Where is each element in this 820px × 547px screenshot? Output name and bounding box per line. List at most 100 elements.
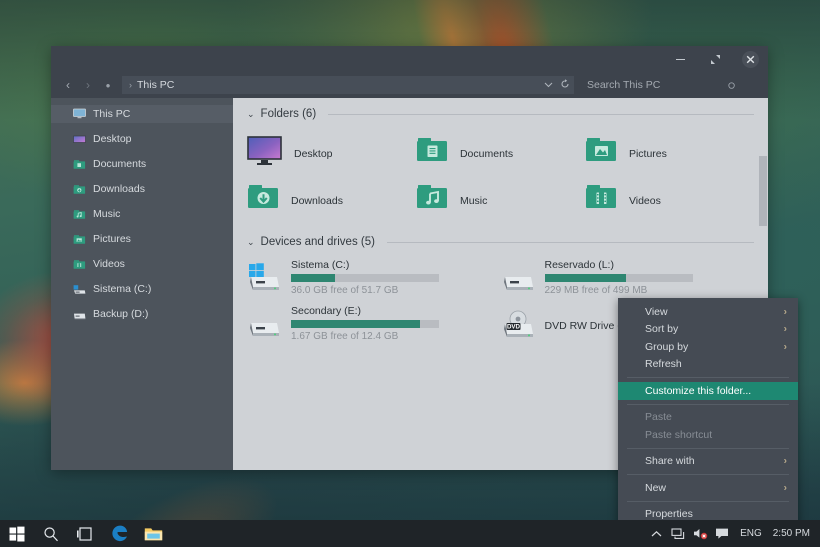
menu-item-share-with[interactable]: Share with › bbox=[618, 453, 798, 471]
music-folder-icon bbox=[416, 184, 449, 217]
sidebar-item-label: Pictures bbox=[93, 233, 131, 245]
breadcrumb-path-text: This PC bbox=[137, 79, 174, 91]
folder-tile-videos[interactable]: Videos bbox=[585, 177, 754, 224]
refresh-icon[interactable] bbox=[560, 79, 570, 91]
system-tray: ENG 2:50 PM bbox=[645, 520, 820, 547]
folders-group-header[interactable]: ⌄ Folders (6) bbox=[247, 98, 754, 120]
capacity-bar-fill bbox=[545, 274, 626, 282]
search-placeholder-text: Search This PC bbox=[587, 79, 660, 91]
hard-drive-icon bbox=[501, 263, 535, 297]
edge-browser-button[interactable] bbox=[102, 520, 136, 547]
sidebar-item-this-pc[interactable]: This PC bbox=[51, 105, 233, 123]
context-menu: View › Sort by › Group by › Refresh Cust… bbox=[618, 298, 798, 527]
action-center-icon[interactable] bbox=[711, 520, 733, 547]
menu-item-view[interactable]: View › bbox=[618, 303, 798, 321]
menu-separator bbox=[627, 404, 789, 405]
address-bar: ‹ › • › This PC Search This PC bbox=[51, 72, 768, 98]
forward-arrow-icon[interactable]: › bbox=[78, 75, 98, 95]
chevron-down-icon[interactable] bbox=[544, 80, 553, 90]
folder-tile-documents[interactable]: Documents bbox=[416, 130, 585, 177]
capacity-bar bbox=[545, 274, 693, 282]
capacity-bar-fill bbox=[291, 274, 335, 282]
file-explorer-button[interactable] bbox=[136, 520, 170, 547]
volume-muted-icon[interactable] bbox=[689, 520, 711, 547]
devices-group-header[interactable]: ⌄ Devices and drives (5) bbox=[247, 224, 754, 248]
drive-item-reservado-l[interactable]: Reservado (L:) 229 MB free of 499 MB bbox=[501, 257, 755, 303]
videos-folder-icon bbox=[73, 258, 86, 271]
folder-tile-music[interactable]: Music bbox=[416, 177, 585, 224]
downloads-folder-icon bbox=[73, 183, 86, 196]
sidebar-item-videos[interactable]: Videos bbox=[51, 255, 233, 273]
minimize-button[interactable] bbox=[663, 46, 698, 72]
drive-free-space-text: 1.67 GB free of 12.4 GB bbox=[291, 331, 439, 342]
folder-tile-downloads[interactable]: Downloads bbox=[247, 177, 416, 224]
documents-folder-icon bbox=[73, 158, 86, 171]
sidebar-item-desktop[interactable]: Desktop bbox=[51, 130, 233, 148]
desktop-folder-icon bbox=[73, 133, 86, 146]
start-button[interactable] bbox=[0, 520, 34, 547]
folder-tile-pictures[interactable]: Pictures bbox=[585, 130, 754, 177]
breadcrumb[interactable]: › This PC bbox=[122, 76, 574, 94]
sidebar-item-downloads[interactable]: Downloads bbox=[51, 180, 233, 198]
chevron-down-icon[interactable]: ⌄ bbox=[247, 238, 255, 247]
clock[interactable]: 2:50 PM bbox=[769, 520, 820, 547]
window-title-bar[interactable] bbox=[51, 46, 768, 72]
sidebar-item-label: Documents bbox=[93, 158, 146, 170]
back-arrow-icon[interactable]: ‹ bbox=[58, 75, 78, 95]
folder-tile-desktop[interactable]: Desktop bbox=[247, 130, 416, 177]
capacity-bar bbox=[291, 320, 439, 328]
sidebar-item-label: Sistema (C:) bbox=[93, 283, 151, 295]
chevron-right-icon: › bbox=[784, 456, 787, 467]
menu-separator bbox=[627, 501, 789, 502]
folder-tile-label: Videos bbox=[629, 195, 661, 207]
search-button[interactable] bbox=[34, 520, 68, 547]
search-icon bbox=[728, 81, 736, 89]
search-input[interactable]: Search This PC bbox=[580, 76, 745, 94]
group-divider bbox=[328, 114, 754, 115]
scrollbar-thumb[interactable] bbox=[759, 156, 767, 226]
navigation-pane: This PC Desktop bbox=[51, 98, 233, 470]
network-icon[interactable] bbox=[667, 520, 689, 547]
documents-folder-icon bbox=[416, 137, 449, 170]
menu-item-new[interactable]: New › bbox=[618, 479, 798, 497]
menu-separator bbox=[627, 448, 789, 449]
menu-item-label: Properties bbox=[645, 508, 693, 520]
menu-item-sort-by[interactable]: Sort by › bbox=[618, 321, 798, 339]
breadcrumb-root-chevron: › bbox=[129, 80, 132, 90]
drive-item-secondary-e[interactable]: Secondary (E:) 1.67 GB free of 12.4 GB bbox=[247, 303, 501, 349]
chevron-up-icon[interactable] bbox=[645, 520, 667, 547]
menu-item-paste-shortcut[interactable]: Paste shortcut bbox=[618, 426, 798, 444]
sidebar-item-documents[interactable]: Documents bbox=[51, 155, 233, 173]
language-indicator[interactable]: ENG bbox=[733, 520, 769, 547]
menu-item-customize-this-folder[interactable]: Customize this folder... bbox=[618, 382, 798, 400]
music-folder-icon bbox=[73, 208, 86, 221]
capacity-bar-fill bbox=[291, 320, 420, 328]
folders-grid: Desktop Documents bbox=[247, 130, 754, 224]
sidebar-item-label: Backup (D:) bbox=[93, 308, 148, 320]
chevron-right-icon: › bbox=[784, 482, 787, 493]
maximize-restore-button[interactable] bbox=[698, 46, 733, 72]
menu-item-refresh[interactable]: Refresh bbox=[618, 356, 798, 374]
sidebar-item-label: Desktop bbox=[93, 133, 132, 145]
menu-item-label: Paste shortcut bbox=[645, 429, 712, 441]
hard-drive-icon bbox=[73, 308, 86, 321]
breadcrumb-actions bbox=[544, 76, 570, 94]
menu-separator bbox=[627, 474, 789, 475]
group-divider bbox=[387, 242, 754, 243]
close-button[interactable] bbox=[733, 46, 768, 72]
devices-group-title: Devices and drives (5) bbox=[261, 236, 375, 248]
sidebar-item-backup-d[interactable]: Backup (D:) bbox=[51, 305, 233, 323]
sidebar-item-pictures[interactable]: Pictures bbox=[51, 230, 233, 248]
sidebar-item-label: Music bbox=[93, 208, 120, 220]
sidebar-item-music[interactable]: Music bbox=[51, 205, 233, 223]
sidebar-item-sistema-c[interactable]: Sistema (C:) bbox=[51, 280, 233, 298]
task-view-button[interactable] bbox=[68, 520, 102, 547]
chevron-down-icon[interactable]: ⌄ bbox=[247, 110, 255, 119]
drive-item-sistema-c[interactable]: Sistema (C:) 36.0 GB free of 51.7 GB bbox=[247, 257, 501, 303]
menu-item-group-by[interactable]: Group by › bbox=[618, 338, 798, 356]
menu-item-paste[interactable]: Paste bbox=[618, 409, 798, 427]
recent-locations-icon[interactable]: • bbox=[98, 75, 118, 95]
drive-label: Secondary (E:) bbox=[291, 305, 439, 317]
svg-text:DVD: DVD bbox=[506, 324, 520, 331]
drive-free-space-text: 36.0 GB free of 51.7 GB bbox=[291, 285, 439, 296]
